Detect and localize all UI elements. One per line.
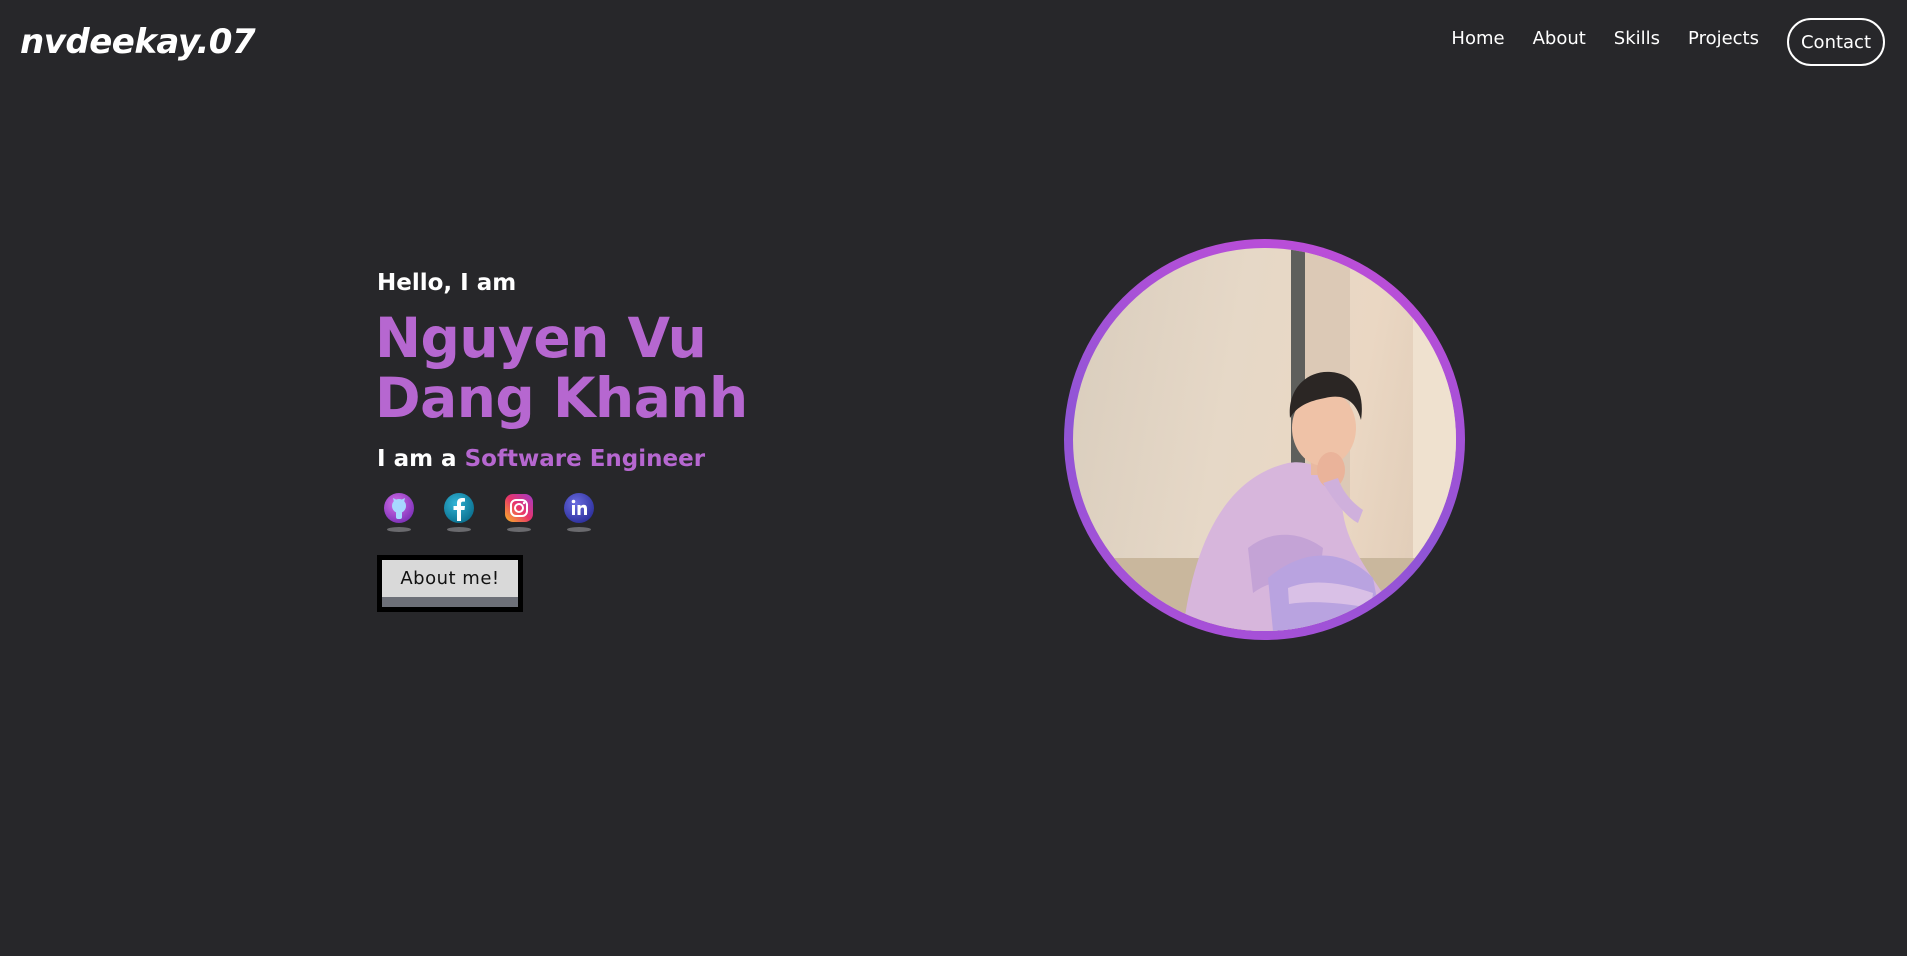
about-me-label: About me! [382,560,518,597]
facebook-icon [444,493,474,523]
nav-projects[interactable]: Projects [1688,28,1759,49]
about-me-button[interactable]: About me! [377,555,523,612]
role-title: Software Engineer [464,446,706,472]
main-nav: Home About Skills Projects Contact [1451,18,1885,66]
avatar-ring [1064,239,1465,640]
nav-about[interactable]: About [1533,28,1586,49]
nav-home[interactable]: Home [1451,28,1504,49]
hero-name-line2: Dang Khanh [375,366,748,430]
site-logo[interactable]: nvdeekay.07 [20,22,256,62]
hero-greeting: Hello, I am [377,270,517,296]
about-me-button-base [382,597,518,607]
contact-button[interactable]: Contact [1787,18,1885,66]
github-icon [384,493,414,523]
github-link[interactable] [381,490,417,534]
social-links [381,490,621,534]
instagram-link[interactable] [501,490,537,534]
facebook-link[interactable] [441,490,477,534]
linkedin-icon [564,493,594,523]
profile-photo [1073,248,1456,631]
hero-name: Nguyen Vu Dang Khanh [375,308,855,428]
hero-name-line1: Nguyen Vu [375,306,707,370]
nav-skills[interactable]: Skills [1614,28,1660,49]
page: nvdeekay.07 Home About Skills Projects C… [0,0,1907,956]
instagram-icon [505,494,533,522]
role-prefix: I am a [377,446,457,472]
profile-photo-illustration [1073,248,1456,631]
linkedin-link[interactable] [561,490,597,534]
hero-role: I am a Software Engineer [377,446,705,472]
